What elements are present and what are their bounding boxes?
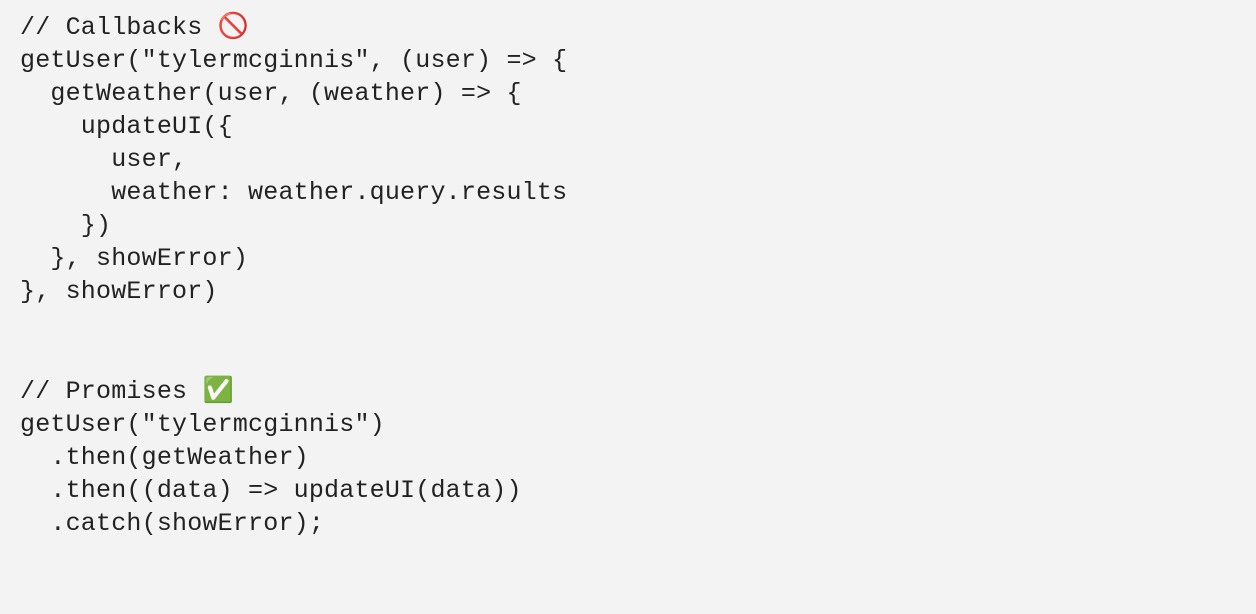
code-text: .then((data) => updateUI(data))	[20, 476, 522, 505]
code-line: getUser("tylermcginnis", (user) => {	[20, 46, 567, 75]
code-text: })	[20, 211, 111, 240]
code-line: user,	[20, 145, 187, 174]
code-text: getUser("tylermcginnis", (user) => {	[20, 46, 567, 75]
code-text: getUser("tylermcginnis")	[20, 410, 385, 439]
code-line: .then(getWeather)	[20, 443, 309, 472]
code-text: .catch(showError);	[20, 509, 324, 538]
code-line: getWeather(user, (weather) => {	[20, 79, 522, 108]
code-text: user,	[20, 145, 187, 174]
code-line: getUser("tylermcginnis")	[20, 410, 385, 439]
code-snippet: // Callbacks 🚫 getUser("tylermcginnis", …	[0, 0, 1256, 550]
code-text: // Callbacks	[20, 13, 218, 42]
code-line: weather: weather.query.results	[20, 178, 567, 207]
emoji-icon: ✅	[202, 376, 233, 405]
code-text: getWeather(user, (weather) => {	[20, 79, 522, 108]
code-text: updateUI({	[20, 112, 233, 141]
code-text: .then(getWeather)	[20, 443, 309, 472]
code-line: // Callbacks 🚫	[20, 13, 249, 42]
code-line: })	[20, 211, 111, 240]
code-text: }, showError)	[20, 244, 248, 273]
code-text: // Promises	[20, 377, 202, 406]
code-line: .catch(showError);	[20, 509, 324, 538]
code-line: // Promises ✅	[20, 377, 234, 406]
code-text: weather: weather.query.results	[20, 178, 567, 207]
code-line: updateUI({	[20, 112, 233, 141]
code-line: .then((data) => updateUI(data))	[20, 476, 522, 505]
code-line: }, showError)	[20, 244, 248, 273]
code-text: }, showError)	[20, 277, 218, 306]
code-line: }, showError)	[20, 277, 218, 306]
emoji-icon: 🚫	[218, 12, 249, 41]
